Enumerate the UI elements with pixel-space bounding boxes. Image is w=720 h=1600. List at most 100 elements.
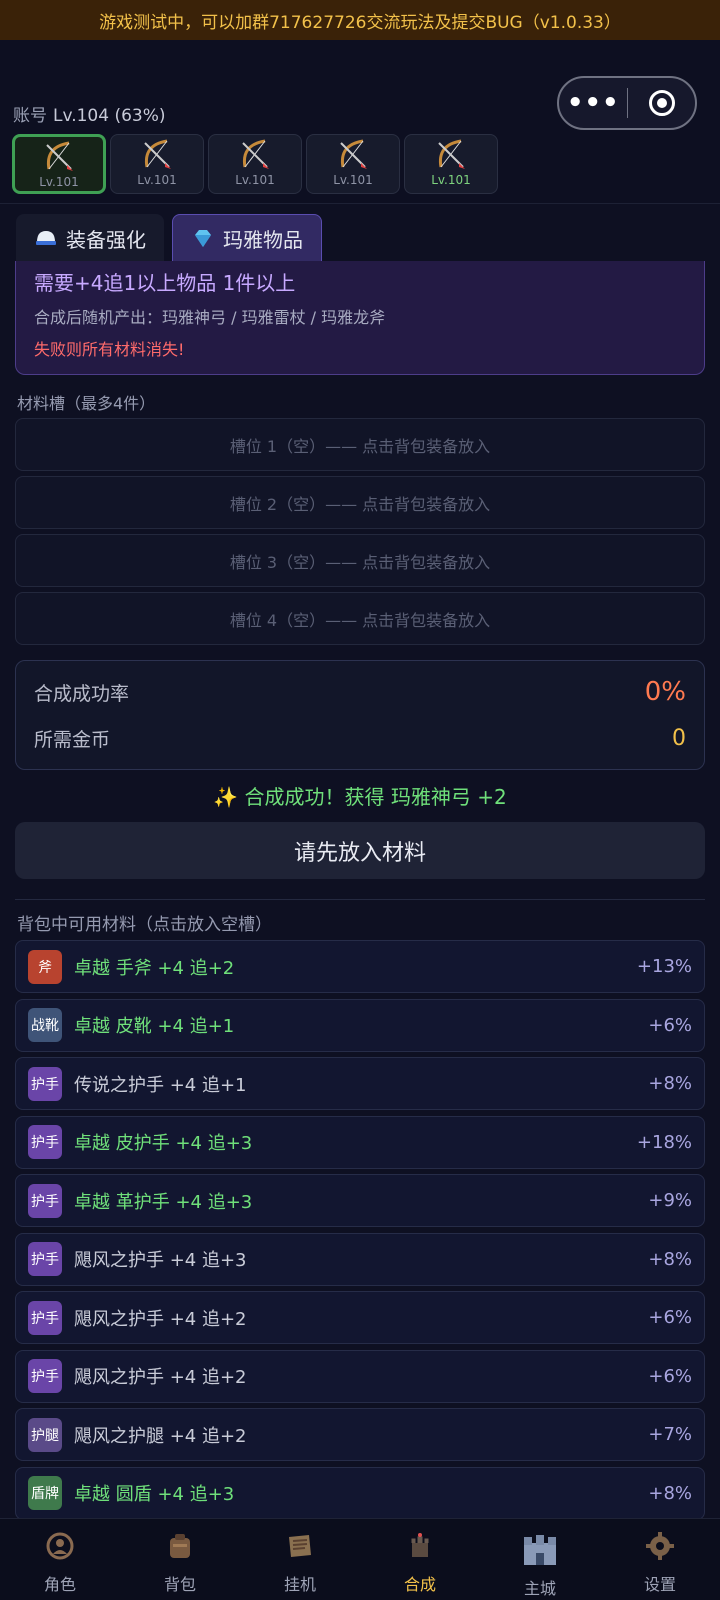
more-menu-button[interactable]: ••• [559, 76, 627, 130]
nav-label: 角色 [43, 1575, 76, 1594]
item-rate-bonus: +8% [648, 1073, 692, 1094]
tab-maya-items[interactable]: 玛雅物品 [172, 214, 322, 262]
tab-label: 装备强化 [66, 227, 146, 252]
requirement-text: 需要+4追1以上物品 1件以上 [34, 271, 296, 295]
nav-label: 设置 [643, 1575, 676, 1594]
material-item[interactable]: 斧卓越 手斧 +4 追+2 +13% [15, 940, 705, 993]
character-selector: Lv.101 Lv.101 Lv.101 Lv.101 Lv.101 [12, 134, 498, 194]
character-slot-5[interactable]: Lv.101 [404, 134, 498, 194]
item-type-badge: 护手 [28, 1359, 62, 1393]
material-item[interactable]: 护手 卓越 皮护手 +4 追+3 +18% [15, 1115, 705, 1169]
slots-label: 材料槽（最多4件） [17, 394, 156, 413]
success-rate-value: 0% [644, 677, 686, 707]
item-name: 卓越 手斧 +4 追+2 [74, 957, 235, 979]
character-icon [46, 1532, 74, 1560]
item-type-badge: 斧 [28, 949, 62, 984]
item-rate-bonus: +6% [648, 1365, 692, 1387]
material-item[interactable]: 护手 飓风之护手 +4 追+3 +8% [15, 1232, 705, 1286]
character-level: Lv.101 [39, 175, 79, 189]
item-name: 飓风之护手 +4 追+2 [74, 1367, 247, 1388]
character-slot-2[interactable]: Lv.101 [110, 134, 204, 194]
success-rate-label: 合成成功率 [34, 682, 130, 705]
nav-character[interactable]: 角色 [0, 1519, 120, 1600]
nav-label: 主城 [523, 1579, 556, 1598]
helmet-icon [36, 231, 56, 245]
bow-icon [340, 139, 367, 169]
craft-button[interactable]: 请先放入材料 [15, 822, 705, 879]
tab-equipment-enhance[interactable]: 装备强化 [16, 214, 164, 262]
craft-tabs: 装备强化 玛雅物品 [16, 214, 322, 262]
bow-icon [144, 139, 171, 169]
item-name: 卓越 圆盾 +4 追+3 [74, 1484, 235, 1505]
target-icon [648, 90, 675, 116]
item-type-badge: 护手 [28, 1183, 62, 1218]
gold-cost-value: 0 [672, 725, 686, 751]
item-rate-bonus: +7% [648, 1424, 692, 1445]
gold-cost-row: 所需金币 0 [34, 715, 686, 761]
nav-bag[interactable]: 背包 [120, 1519, 240, 1600]
character-slot-3[interactable]: Lv.101 [208, 134, 302, 194]
castle-merge-icon [411, 1533, 429, 1557]
nav-craft[interactable]: 合成 [360, 1519, 480, 1600]
material-item[interactable]: 战靴 卓越 皮靴 +4 追+1 +6% [15, 998, 705, 1052]
account-level: 账号 Lv.104 (63%) [13, 101, 166, 126]
tab-label: 玛雅物品 [223, 227, 303, 252]
maya-info-panel: 需要+4追1以上物品 1件以上 合成后随机产出：玛雅神弓 / 玛雅雷杖 / 玛雅… [15, 261, 705, 375]
nav-idle[interactable]: 挂机 [240, 1519, 360, 1600]
item-type-badge: 盾牌 [28, 1476, 62, 1510]
item-name: 飓风之护手 +4 追+2 [74, 1308, 247, 1330]
item-type-badge: 护手 [28, 1300, 62, 1335]
character-level: Lv.101 [333, 173, 373, 187]
bag-icon [170, 1534, 190, 1558]
item-type-badge: 战靴 [28, 1008, 62, 1042]
header-divider [0, 203, 720, 204]
item-rate-bonus: +6% [648, 1014, 692, 1036]
bow-icon [46, 141, 73, 171]
item-rate-bonus: +8% [648, 1482, 692, 1504]
material-slot-2[interactable]: 槽位 2（空）—— 点击背包装备放入 [15, 476, 705, 529]
section-divider [15, 899, 705, 900]
item-name: 传说之护手 +4 追+1 [74, 1074, 247, 1096]
gold-cost-label: 所需金币 [34, 728, 111, 751]
account-level-value: Lv.104 (63%) [53, 106, 166, 126]
material-slot-4[interactable]: 槽位 4（空）—— 点击背包装备放入 [15, 592, 705, 645]
material-slot-3[interactable]: 槽位 3（空）—— 点击背包装备放入 [15, 534, 705, 587]
item-name: 卓越 革护手 +4 追+3 [74, 1191, 253, 1213]
item-type-badge: 护手 [28, 1125, 62, 1159]
gem-icon [195, 230, 211, 247]
scroll-icon [289, 1535, 311, 1557]
character-slot-1[interactable]: Lv.101 [12, 134, 106, 194]
nav-label: 合成 [403, 1575, 436, 1594]
character-level: Lv.101 [137, 173, 177, 187]
item-rate-bonus: +8% [648, 1248, 692, 1270]
bow-icon [242, 139, 269, 169]
material-item[interactable]: 护手 飓风之护手 +4 追+2 +6% [15, 1349, 705, 1403]
material-slot-1[interactable]: 槽位 1（空）—— 点击背包装备放入 [15, 418, 705, 471]
warning-text: 失败则所有材料消失! [34, 340, 185, 359]
success-message: ✨ 合成成功！获得 玛雅神弓 +2 [213, 785, 507, 809]
material-item[interactable]: 盾牌 卓越 圆盾 +4 追+3 +8% [15, 1466, 705, 1520]
close-miniprogram-button[interactable] [628, 90, 695, 116]
bottom-nav: 角色 背包 挂机 合成 主城 设置 [0, 1518, 720, 1600]
mini-program-capsule: ••• [557, 76, 697, 130]
nav-settings[interactable]: 设置 [600, 1519, 720, 1600]
character-slot-4[interactable]: Lv.101 [306, 134, 400, 194]
nav-main-city[interactable]: 主城 [480, 1519, 600, 1600]
item-name: 卓越 皮护手 +4 追+3 [74, 1133, 253, 1154]
item-type-badge: 护腿 [28, 1417, 62, 1452]
test-banner: 游戏测试中，可以加群717627726交流玩法及提交BUG（v1.0.33） [0, 0, 720, 40]
material-item[interactable]: 护手 卓越 革护手 +4 追+3 +9% [15, 1174, 705, 1227]
material-item[interactable]: 护手 传说之护手 +4 追+1 +8% [15, 1057, 705, 1110]
material-item[interactable]: 护手 飓风之护手 +4 追+2 +6% [15, 1291, 705, 1344]
craft-stats: 合成成功率 0% 所需金币 0 [15, 660, 705, 770]
item-name: 飓风之护腿 +4 追+2 [74, 1425, 247, 1447]
gear-icon [646, 1532, 674, 1560]
item-name: 卓越 皮靴 +4 追+1 [74, 1016, 235, 1037]
nav-label: 背包 [163, 1575, 196, 1594]
material-item[interactable]: 护腿 飓风之护腿 +4 追+2 +7% [15, 1408, 705, 1461]
output-text: 合成后随机产出：玛雅神弓 / 玛雅雷杖 / 玛雅龙斧 [34, 308, 386, 327]
castle-icon [524, 1535, 556, 1565]
item-rate-bonus: +9% [648, 1190, 692, 1211]
item-type-badge: 护手 [28, 1242, 62, 1276]
character-level: Lv.101 [431, 173, 471, 187]
